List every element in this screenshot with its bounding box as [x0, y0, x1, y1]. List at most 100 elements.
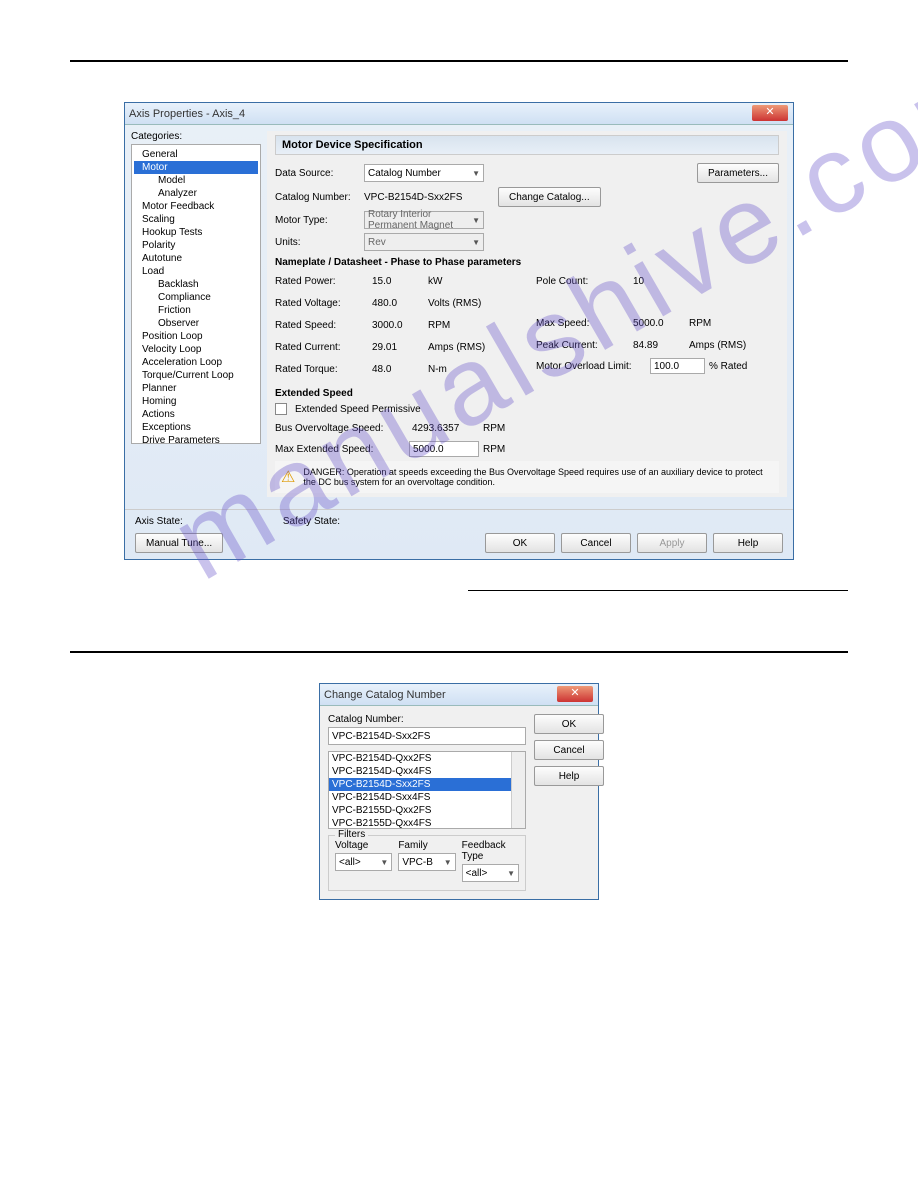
manual-tune-button[interactable]: Manual Tune... [135, 533, 223, 553]
filters-group: Filters Voltage <all>▼ Family VPC-B▼ Fee… [328, 835, 526, 891]
axis-state-label: Axis State: [135, 516, 183, 527]
rated-voltage-unit: Volts (RMS) [428, 298, 498, 309]
cancel-button[interactable]: Cancel [561, 533, 631, 553]
window-title: Change Catalog Number [324, 689, 446, 701]
tree-item-torque-loop[interactable]: Torque/Current Loop [134, 369, 258, 382]
filters-legend: Filters [335, 829, 368, 840]
titlebar: Axis Properties - Axis_4 ✕ [125, 103, 793, 125]
rated-current-label: Rated Current: [275, 342, 365, 353]
parameters-button[interactable]: Parameters... [697, 163, 779, 183]
tree-item-accel-loop[interactable]: Acceleration Loop [134, 356, 258, 369]
help-button[interactable]: Help [713, 533, 783, 553]
tree-item-analyzer[interactable]: Analyzer [134, 187, 258, 200]
ok-button[interactable]: OK [485, 533, 555, 553]
max-ext-value[interactable]: 5000.0 [409, 441, 479, 457]
tree-item-backlash[interactable]: Backlash [134, 278, 258, 291]
family-select[interactable]: VPC-B▼ [398, 853, 455, 871]
tree-item-observer[interactable]: Observer [134, 317, 258, 330]
bus-overvoltage-value: 4293.6357 [409, 419, 479, 437]
tree-item-compliance[interactable]: Compliance [134, 291, 258, 304]
tree-item-planner[interactable]: Planner [134, 382, 258, 395]
rated-torque-unit: N-m [428, 364, 498, 375]
max-speed-unit: RPM [689, 318, 759, 329]
tree-item-general[interactable]: General [134, 148, 258, 161]
catalog-input[interactable] [328, 727, 526, 745]
units-select: Rev▼ [364, 233, 484, 251]
axis-properties-dialog: Axis Properties - Axis_4 ✕ Categories: G… [124, 102, 794, 560]
tree-item-velocity-loop[interactable]: Velocity Loop [134, 343, 258, 356]
help-button[interactable]: Help [534, 766, 604, 786]
rated-current-value: 29.01 [369, 338, 424, 356]
window-title: Axis Properties - Axis_4 [129, 108, 245, 120]
tree-item-load[interactable]: Load [134, 265, 258, 278]
category-tree[interactable]: General Motor Model Analyzer Motor Feedb… [131, 144, 261, 444]
catalog-list[interactable]: VPC-B2154D-Qxx2FS VPC-B2154D-Qxx4FS VPC-… [328, 751, 526, 829]
peak-current-value: 84.89 [630, 336, 685, 354]
rated-speed-value: 3000.0 [369, 316, 424, 334]
extended-permissive-label: Extended Speed Permissive [295, 404, 421, 415]
scrollbar[interactable] [511, 752, 525, 828]
cancel-button[interactable]: Cancel [534, 740, 604, 760]
apply-button[interactable]: Apply [637, 533, 707, 553]
tree-item-polarity[interactable]: Polarity [134, 239, 258, 252]
tree-item-scaling[interactable]: Scaling [134, 213, 258, 226]
tree-item-autotune[interactable]: Autotune [134, 252, 258, 265]
rated-speed-label: Rated Speed: [275, 320, 365, 331]
rated-power-value: 15.0 [369, 272, 424, 290]
list-item[interactable]: VPC-B2154D-Qxx4FS [329, 765, 525, 778]
warning-icon: ⚠ [281, 467, 295, 487]
warning-text: DANGER: Operation at speeds exceeding th… [303, 467, 773, 487]
rated-voltage-label: Rated Voltage: [275, 298, 365, 309]
tree-item-position-loop[interactable]: Position Loop [134, 330, 258, 343]
catalog-label: Catalog Number: [328, 714, 526, 725]
rated-torque-value: 48.0 [369, 360, 424, 378]
units-label: Units: [275, 237, 360, 248]
overload-unit: % Rated [709, 361, 779, 372]
panel-header: Motor Device Specification [275, 135, 779, 155]
chevron-down-icon: ▼ [472, 238, 480, 247]
nameplate-header: Nameplate / Datasheet - Phase to Phase p… [275, 257, 779, 268]
extended-permissive-checkbox[interactable] [275, 403, 287, 415]
list-item[interactable]: VPC-B2155D-Qxx2FS [329, 804, 525, 817]
list-item[interactable]: VPC-B2154D-Qxx2FS [329, 752, 525, 765]
feedback-select[interactable]: <all>▼ [462, 864, 519, 882]
pole-count-value: 10 [630, 272, 685, 290]
change-catalog-button[interactable]: Change Catalog... [498, 187, 601, 207]
tree-item-hookup[interactable]: Hookup Tests [134, 226, 258, 239]
safety-state-label: Safety State: [283, 516, 340, 527]
catalog-number-label: Catalog Number: [275, 192, 360, 203]
data-source-label: Data Source: [275, 168, 360, 179]
list-item[interactable]: VPC-B2154D-Sxx2FS [329, 778, 525, 791]
voltage-select[interactable]: <all>▼ [335, 853, 392, 871]
tree-item-homing[interactable]: Homing [134, 395, 258, 408]
chevron-down-icon: ▼ [472, 169, 480, 178]
change-catalog-dialog: Change Catalog Number ✕ Catalog Number: … [319, 683, 599, 900]
tree-item-actions[interactable]: Actions [134, 408, 258, 421]
family-label: Family [398, 840, 455, 851]
chevron-down-icon: ▼ [380, 858, 388, 867]
max-ext-label: Max Extended Speed: [275, 444, 405, 455]
rated-voltage-value: 480.0 [369, 294, 424, 312]
tree-item-friction[interactable]: Friction [134, 304, 258, 317]
list-item[interactable]: VPC-B2155D-Qxx4FS [329, 817, 525, 829]
close-icon[interactable]: ✕ [557, 686, 593, 702]
close-icon[interactable]: ✕ [752, 105, 788, 121]
chevron-down-icon: ▼ [472, 216, 480, 225]
tree-item-motor[interactable]: Motor [134, 161, 258, 174]
ok-button[interactable]: OK [534, 714, 604, 734]
warning-box: ⚠ DANGER: Operation at speeds exceeding … [275, 461, 779, 493]
max-speed-label: Max Speed: [536, 318, 626, 329]
list-item[interactable]: VPC-B2154D-Sxx4FS [329, 791, 525, 804]
extended-header: Extended Speed [275, 388, 779, 399]
tree-item-model[interactable]: Model [134, 174, 258, 187]
bus-overvoltage-label: Bus Overvoltage Speed: [275, 423, 405, 434]
rated-current-unit: Amps (RMS) [428, 342, 498, 353]
tree-item-motor-feedback[interactable]: Motor Feedback [134, 200, 258, 213]
tree-item-exceptions[interactable]: Exceptions [134, 421, 258, 434]
bus-overvoltage-unit: RPM [483, 423, 553, 434]
tree-item-drive-params[interactable]: Drive Parameters [134, 434, 258, 444]
catalog-number-value: VPC-B2154D-Sxx2FS [364, 192, 494, 203]
data-source-select[interactable]: Catalog Number▼ [364, 164, 484, 182]
titlebar: Change Catalog Number ✕ [320, 684, 598, 706]
overload-value[interactable]: 100.0 [650, 358, 705, 374]
